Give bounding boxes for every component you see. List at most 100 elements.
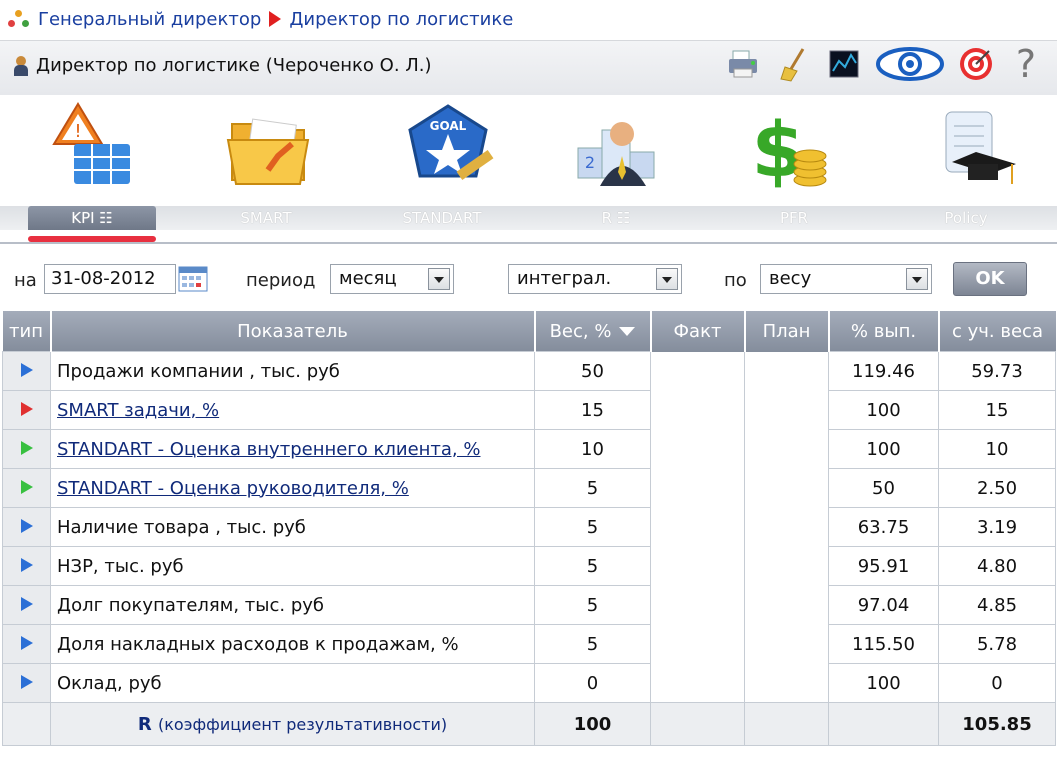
- tab-strip: [0, 206, 1057, 230]
- tab-divider: [0, 242, 1057, 244]
- indicator-name: Доля накладных расходов к продажам, %: [57, 633, 459, 655]
- col-type[interactable]: тип: [2, 311, 52, 352]
- row-type-cell: [2, 546, 51, 586]
- row-weight: 5: [534, 468, 651, 508]
- row-pct: 50: [828, 468, 939, 508]
- expand-arrow-icon[interactable]: [20, 635, 33, 650]
- breadcrumb-root[interactable]: Генеральный директор: [38, 9, 261, 30]
- tab-r[interactable]: R ☷: [556, 206, 676, 230]
- row-fact: [650, 546, 745, 586]
- col-pct[interactable]: % вып.: [828, 311, 940, 352]
- broom-icon[interactable]: [775, 45, 813, 83]
- row-fact: [650, 624, 745, 664]
- expand-arrow-icon[interactable]: [20, 401, 33, 416]
- goal-icon[interactable]: GOAL: [388, 98, 508, 198]
- table-row: Наличие товара , тыс. руб 5 63.75 3.19: [2, 507, 1056, 547]
- row-weight: 5: [534, 507, 651, 547]
- filter-bar: на 31-08-2012 период месяц интеграл. по …: [0, 258, 1057, 302]
- tab-policy[interactable]: Policy: [906, 206, 1026, 230]
- target-icon[interactable]: [957, 45, 995, 83]
- mode-select[interactable]: интеграл.: [508, 264, 682, 294]
- total-label: R: [137, 713, 152, 735]
- col-weight[interactable]: Вес, %: [534, 311, 652, 352]
- total-weight: 100: [534, 702, 651, 746]
- chevron-down-icon[interactable]: [906, 268, 928, 290]
- row-weighted: 3.19: [938, 507, 1056, 547]
- kpi-icon[interactable]: !: [32, 98, 152, 198]
- podium-icon[interactable]: 2: [556, 98, 676, 198]
- total-fact: [650, 702, 745, 746]
- table-row: STANDART - Оценка внутреннего клиента, %…: [2, 429, 1056, 469]
- row-plan: [744, 351, 829, 391]
- row-fact: [650, 507, 745, 547]
- row-weight: 15: [534, 390, 651, 430]
- dollar-icon[interactable]: $: [730, 98, 850, 198]
- eye-icon[interactable]: [875, 45, 945, 83]
- row-type-cell: [2, 390, 51, 430]
- indicator-link[interactable]: STANDART - Оценка руководителя, %: [57, 478, 409, 499]
- indicator-name: Оклад, руб: [57, 672, 162, 694]
- expand-arrow-icon[interactable]: [20, 440, 33, 455]
- period-value: месяц: [339, 268, 397, 289]
- row-plan: [744, 585, 829, 625]
- tab-standart[interactable]: STANDART: [382, 206, 502, 230]
- toolbar: ?: [725, 45, 1045, 83]
- date-field[interactable]: 31-08-2012: [44, 264, 176, 294]
- row-weight: 5: [534, 624, 651, 664]
- row-type-cell: [2, 624, 51, 664]
- row-indicator-cell: НЗР, тыс. руб: [50, 546, 535, 586]
- calendar-icon[interactable]: [178, 265, 208, 293]
- row-fact: [650, 429, 745, 469]
- chevron-down-icon[interactable]: [428, 268, 450, 290]
- user-icon: [14, 55, 28, 76]
- expand-arrow-icon[interactable]: [20, 518, 33, 533]
- row-plan: [744, 390, 829, 430]
- row-fact: [650, 468, 745, 508]
- indicator-name: Продажи компании , тыс. руб: [57, 360, 340, 382]
- expand-arrow-icon[interactable]: [20, 596, 33, 611]
- period-select[interactable]: месяц: [330, 264, 454, 294]
- indicator-name: Долг покупателям, тыс. руб: [57, 594, 324, 616]
- row-weighted: 4.80: [938, 546, 1056, 586]
- row-pct: 63.75: [828, 507, 939, 547]
- expand-arrow-icon[interactable]: [20, 557, 33, 572]
- date-prefix-label: на: [14, 270, 37, 291]
- printer-icon[interactable]: [725, 45, 763, 83]
- expand-arrow-icon[interactable]: [20, 674, 33, 689]
- row-type-cell: [2, 507, 51, 547]
- total-pct: [828, 702, 939, 746]
- expand-arrow-icon[interactable]: [20, 362, 33, 377]
- graduation-icon[interactable]: [912, 98, 1032, 198]
- tab-smart[interactable]: SMART: [206, 206, 326, 230]
- ok-button[interactable]: OK: [953, 262, 1027, 296]
- help-icon[interactable]: ?: [1007, 45, 1045, 83]
- by-select[interactable]: весу: [760, 264, 932, 294]
- row-fact: [650, 663, 745, 703]
- folder-icon[interactable]: [208, 98, 328, 198]
- row-pct: 100: [828, 663, 939, 703]
- col-indicator[interactable]: Показатель: [50, 311, 536, 352]
- total-plan: [744, 702, 829, 746]
- col-weighted[interactable]: с уч. веса: [938, 311, 1056, 352]
- table-header: тип Показатель Вес, % Факт План % вып. с…: [2, 311, 1056, 352]
- row-plan: [744, 429, 829, 469]
- sort-desc-icon[interactable]: [619, 327, 636, 336]
- indicator-link[interactable]: SMART задачи, %: [57, 400, 219, 421]
- expand-arrow-icon[interactable]: [20, 479, 33, 494]
- chart-icon[interactable]: [825, 45, 863, 83]
- header-bar: Директор по логистике (Чероченко О. Л.) …: [0, 40, 1057, 95]
- tab-pfr[interactable]: PFR: [734, 206, 854, 230]
- user-label: Директор по логистике (Чероченко О. Л.): [14, 55, 432, 76]
- row-plan: [744, 624, 829, 664]
- indicator-link[interactable]: STANDART - Оценка внутреннего клиента, %: [57, 439, 480, 460]
- row-weight: 0: [534, 663, 651, 703]
- row-pct: 95.91: [828, 546, 939, 586]
- row-weighted: 4.85: [938, 585, 1056, 625]
- chevron-down-icon[interactable]: [656, 268, 678, 290]
- period-label: период: [246, 270, 316, 291]
- row-weighted: 15: [938, 390, 1056, 430]
- row-indicator-cell: STANDART - Оценка руководителя, %: [50, 468, 535, 508]
- col-plan[interactable]: План: [744, 311, 830, 352]
- tab-kpi[interactable]: KPI ☷: [28, 206, 156, 230]
- col-fact[interactable]: Факт: [650, 311, 746, 352]
